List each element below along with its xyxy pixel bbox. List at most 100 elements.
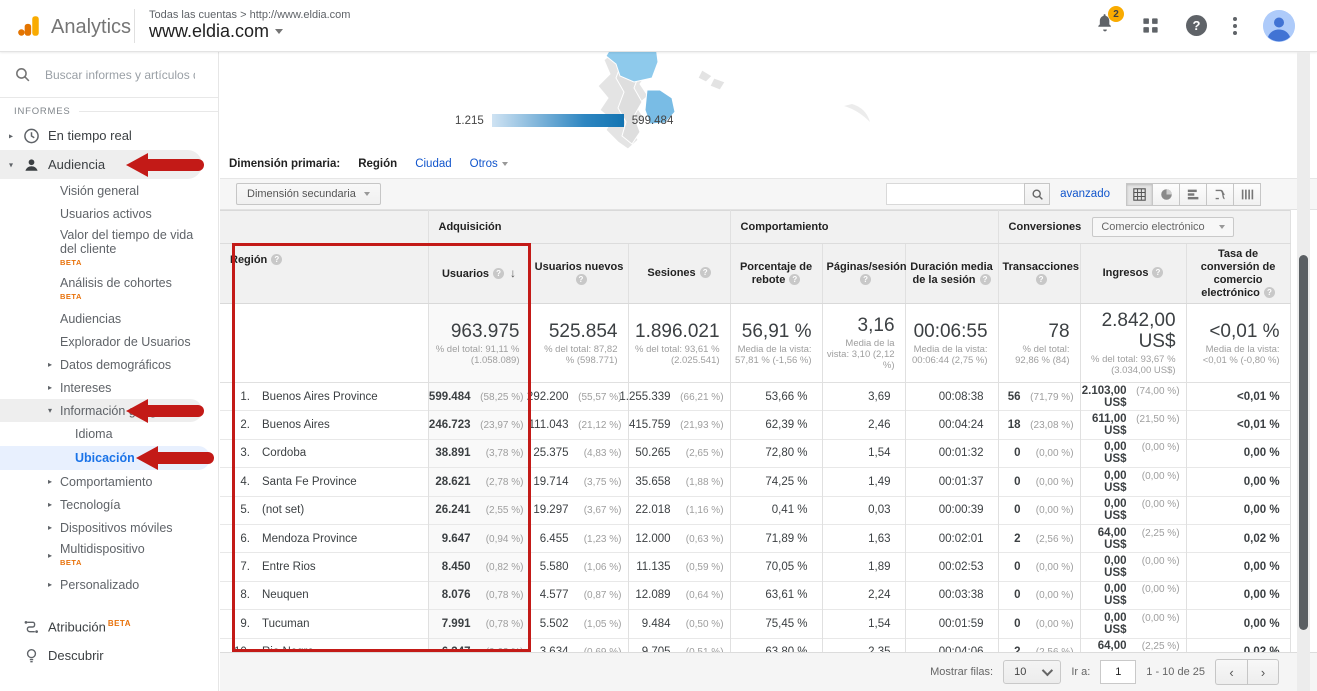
sidebar-item-personalizado[interactable]: ▸Personalizado: [0, 573, 218, 596]
col-header-usuarios-nuevos[interactable]: Usuarios nuevos?: [530, 244, 628, 304]
help-icon[interactable]: ?: [271, 254, 282, 265]
geo-map[interactable]: 1.215 599.484: [220, 52, 1297, 150]
help-icon[interactable]: ?: [1186, 15, 1207, 36]
person-icon: [23, 156, 40, 173]
region-link[interactable]: Santa Fe Province: [262, 476, 357, 488]
vertical-scrollbar[interactable]: [1297, 52, 1310, 691]
sidebar-item-explorador-de-usuarios[interactable]: Explorador de Usuarios: [0, 330, 218, 353]
sidebar-item-dispositivos-moviles[interactable]: ▸Dispositivos móviles: [0, 516, 218, 539]
view-performance-button[interactable]: [1180, 183, 1207, 206]
col-header-usuarios[interactable]: Usuarios?↓: [428, 244, 530, 304]
col-header-sesiones[interactable]: Sesiones?: [628, 244, 730, 304]
metric-cell: 0,03: [822, 496, 905, 524]
search-input[interactable]: [45, 68, 195, 82]
rows-per-page-select[interactable]: 10: [1003, 660, 1061, 684]
region-link[interactable]: Buenos Aires Province: [262, 391, 378, 403]
sidebar-item-label: Idioma: [75, 427, 113, 441]
advanced-link[interactable]: avanzado: [1060, 188, 1110, 200]
metric-cell: 0(0,00 %): [998, 581, 1080, 609]
sidebar-item-informacion-geografica[interactable]: ▾Información geográfica: [0, 399, 202, 422]
metric-cell: 0,00 %: [1186, 439, 1290, 467]
help-icon[interactable]: ?: [1152, 267, 1163, 278]
region-link[interactable]: Entre Rios: [262, 561, 316, 573]
sidebar-item-analisis-de-cohortes[interactable]: Análisis de cohortesBETA: [0, 273, 218, 307]
sidebar-item-en-tiempo-real[interactable]: ▸En tiempo real: [0, 121, 218, 150]
notifications-button[interactable]: 2: [1095, 13, 1115, 38]
view-percentage-button[interactable]: [1153, 183, 1180, 206]
sidebar-item-datos-demograficos[interactable]: ▸Datos demográficos: [0, 353, 218, 376]
region-link[interactable]: Neuquen: [262, 589, 309, 601]
help-icon[interactable]: ?: [860, 274, 871, 285]
help-icon[interactable]: ?: [1036, 274, 1047, 285]
dimension-ciudad[interactable]: Ciudad: [415, 158, 451, 170]
sidebar-item-usuarios-activos[interactable]: Usuarios activos: [0, 202, 218, 225]
region-link[interactable]: Cordoba: [262, 447, 306, 459]
view-pivot-button[interactable]: [1234, 183, 1261, 206]
region-link[interactable]: Mendoza Province: [262, 533, 357, 545]
metric-cell: 8.450(0,82 %): [428, 553, 530, 581]
chevron-right-icon: ▸: [48, 498, 52, 512]
sidebar-item-label: Visión general: [60, 184, 139, 198]
row-rank: 6.: [228, 533, 250, 545]
sidebar-item-vision-general[interactable]: Visión general: [0, 179, 218, 202]
help-icon[interactable]: ?: [700, 267, 711, 278]
sidebar-item-audiencia[interactable]: ▾Audiencia: [0, 150, 202, 179]
metric-cell: 0,00 %: [1186, 496, 1290, 524]
table-search-input[interactable]: [886, 183, 1024, 205]
col-header-transacciones[interactable]: Transacciones?: [998, 244, 1080, 304]
col-header-region[interactable]: Región?: [220, 244, 428, 304]
conversion-type-select[interactable]: Comercio electrónico: [1092, 217, 1233, 237]
view-table-button[interactable]: [1126, 183, 1153, 206]
breadcrumb[interactable]: Todas las cuentas > http://www.eldia.com: [149, 9, 350, 21]
region-link[interactable]: Tucuman: [262, 618, 310, 630]
metric-cell: 292.200(55,57 %): [530, 383, 628, 411]
secondary-dimension-button[interactable]: Dimensión secundaria: [236, 183, 381, 205]
sidebar-item-descubrir[interactable]: Descubrir: [0, 641, 218, 670]
sidebar-item-audiencias[interactable]: Audiencias: [0, 307, 218, 330]
sidebar-search[interactable]: [0, 52, 218, 98]
help-icon[interactable]: ?: [789, 274, 800, 285]
column-header-row: Región? Usuarios?↓ Usuarios nuevos? Sesi…: [220, 244, 1290, 304]
region-link[interactable]: (not set): [262, 504, 304, 516]
sidebar-item-tecnologia[interactable]: ▸Tecnología: [0, 493, 218, 516]
dimension-otros[interactable]: Otros: [470, 158, 508, 170]
help-icon[interactable]: ?: [493, 268, 504, 279]
region-link[interactable]: Buenos Aires: [262, 419, 330, 431]
help-icon[interactable]: ?: [980, 274, 991, 285]
sidebar-item-valor-del-tiempo-de-vida-del-cliente[interactable]: Valor del tiempo de vida del clienteBETA: [0, 225, 218, 273]
col-header-paginas[interactable]: Páginas/sesión?: [822, 244, 905, 304]
col-header-duracion[interactable]: Duración media de la sesión?: [905, 244, 998, 304]
prev-page-button[interactable]: ‹: [1215, 659, 1247, 685]
help-icon[interactable]: ?: [1264, 287, 1275, 298]
sidebar-item-label: Audiencias: [60, 312, 121, 326]
table-row-entre-rios: 7.Entre Rios8.450(0,82 %)5.580(1,06 %)11…: [220, 553, 1290, 581]
region-cell: 4.Santa Fe Province: [220, 468, 428, 496]
sidebar-item-label: Explorador de Usuarios: [60, 335, 191, 349]
apps-grid-icon[interactable]: [1141, 16, 1160, 35]
region-cell: 2.Buenos Aires: [220, 411, 428, 439]
overflow-menu-icon[interactable]: [1233, 17, 1237, 35]
table-footer: Mostrar filas: 10 Ir a: 1 - 10 de 25 ‹ ›: [220, 652, 1317, 691]
metric-cell: 2.103,00 US$(74,00 %): [1080, 383, 1186, 411]
next-page-button[interactable]: ›: [1247, 659, 1279, 685]
sidebar-item-multidispositivo[interactable]: ▸MultidispositivoBETA: [0, 539, 218, 573]
avatar[interactable]: [1263, 10, 1295, 42]
sidebar-item-idioma[interactable]: Idioma: [0, 422, 218, 446]
col-header-rebote[interactable]: Porcentaje de rebote?: [730, 244, 822, 304]
dimension-region[interactable]: Región: [358, 158, 397, 170]
map-islands[interactable]: [698, 70, 725, 90]
sidebar-item-intereses[interactable]: ▸Intereses: [0, 376, 218, 399]
scrollbar-thumb[interactable]: [1299, 255, 1308, 630]
sidebar-item-ubicacion[interactable]: Ubicación: [0, 446, 210, 470]
view-comparison-button[interactable]: [1207, 183, 1234, 206]
sidebar-item-label: Descubrir: [48, 648, 104, 663]
sidebar-item-atribucion[interactable]: AtribuciónBETA: [0, 612, 218, 641]
goto-page-input[interactable]: [1100, 660, 1136, 684]
col-header-tasa[interactable]: Tasa de conversión de comercio electróni…: [1186, 244, 1290, 304]
notification-badge: 2: [1108, 6, 1124, 22]
sidebar-item-comportamiento[interactable]: ▸Comportamiento: [0, 470, 218, 493]
help-icon[interactable]: ?: [576, 274, 587, 285]
table-search-button[interactable]: [1024, 183, 1050, 205]
col-header-ingresos[interactable]: Ingresos?: [1080, 244, 1186, 304]
account-selector[interactable]: www.eldia.com: [149, 21, 350, 42]
